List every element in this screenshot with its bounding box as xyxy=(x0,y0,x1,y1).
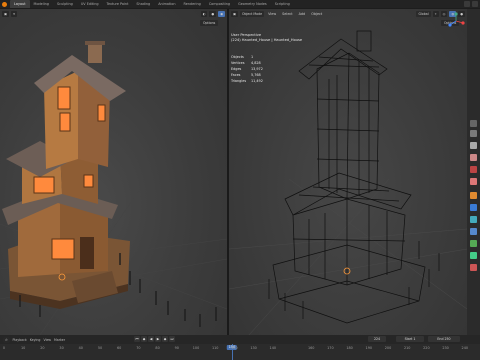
tab-scripting[interactable]: Scripting xyxy=(271,0,294,8)
prev-keyframe-icon[interactable]: ◆ xyxy=(141,336,147,342)
view-layer-icon[interactable] xyxy=(472,1,478,7)
frame-tick-label: 30 xyxy=(59,346,64,350)
frame-tick-label: 70 xyxy=(136,346,141,350)
frame-tick-label: 210 xyxy=(403,346,411,350)
tab-rendering[interactable]: Rendering xyxy=(179,0,204,8)
tab-layout[interactable]: Layout xyxy=(10,0,30,8)
viewport-wireframe[interactable]: ▣ Object Mode View Select Add Object Glo… xyxy=(229,9,467,335)
marker-menu[interactable]: Marker xyxy=(54,338,65,342)
tab-texture-paint[interactable]: Texture Paint xyxy=(103,0,133,8)
frame-tick-label: 190 xyxy=(365,346,373,350)
frame-tick-label: 200 xyxy=(384,346,392,350)
start-value: 1 xyxy=(413,337,416,341)
floor-grid xyxy=(229,178,467,335)
stat-row: Triangles 11,492 xyxy=(231,78,263,84)
frame-ruler[interactable]: 150 0 10 20 30 40 50 60 70 80 90 100 110 120 130 140 16… xyxy=(0,344,480,360)
stat-label: Triangles xyxy=(231,79,247,83)
blender-logo-icon[interactable] xyxy=(0,0,8,8)
frame-tick-label: 120 xyxy=(231,346,238,350)
frame-tick-label: 80 xyxy=(155,346,160,350)
render-props-icon[interactable] xyxy=(470,130,477,137)
tab-sculpting[interactable]: Sculpting xyxy=(53,0,77,8)
viewport-rendered[interactable]: ▣ ▾ ◐ ● ◉ Options xyxy=(0,9,227,335)
top-menu-bar: Layout Modeling Sculpting UV Editing Texture… xyxy=(0,0,480,8)
frame-tick-label: 90 xyxy=(174,346,179,350)
frame-tick-label: 170 xyxy=(327,346,334,350)
playback-menu[interactable]: Playback xyxy=(13,338,27,342)
playback-controls: ⏮ ◆ ◀ ▶ ◆ ⏭ xyxy=(134,336,175,342)
frame-tick-label: 0 xyxy=(2,346,6,350)
view-menu[interactable]: View xyxy=(43,338,51,342)
workspace-tabs: Layout Modeling Sculpting UV Editing Texture… xyxy=(10,0,294,8)
tab-compositing[interactable]: Compositing xyxy=(205,0,234,8)
object-props-icon[interactable] xyxy=(470,192,477,199)
tab-shading[interactable]: Shading xyxy=(132,0,154,8)
play-reverse-icon[interactable]: ◀ xyxy=(148,336,154,342)
physics-props-icon[interactable] xyxy=(470,228,477,235)
next-keyframe-icon[interactable]: ◆ xyxy=(162,336,168,342)
frame-tick-label: 230 xyxy=(442,346,449,350)
start-label: Start xyxy=(404,337,413,341)
frame-tick-label: 180 xyxy=(346,346,353,350)
frame-tick-label: 100 xyxy=(192,346,200,350)
frame-tick-label: 10 xyxy=(21,346,26,350)
frame-tick-label: 40 xyxy=(78,346,83,350)
scene-props-icon[interactable] xyxy=(470,166,477,173)
frame-tick-label: 110 xyxy=(211,346,219,350)
wireframe-mesh xyxy=(268,30,440,324)
frame-tick-label: 50 xyxy=(97,346,103,350)
jump-start-icon[interactable]: ⏮ xyxy=(134,336,140,342)
tab-geometry-nodes[interactable]: Geometry Nodes xyxy=(234,0,271,8)
start-frame-field[interactable]: Start 1 xyxy=(396,336,424,342)
constraints-props-icon[interactable] xyxy=(470,240,477,247)
frame-tick-label: 220 xyxy=(423,346,430,350)
frame-tick-label: 20 xyxy=(40,346,45,350)
frame-tick-label: 140 xyxy=(269,346,277,350)
stat-value: 11,492 xyxy=(251,79,263,83)
tab-animation[interactable]: Animation xyxy=(154,0,179,8)
rendered-house-illustration xyxy=(0,41,227,335)
data-props-icon[interactable] xyxy=(470,252,477,259)
house-door xyxy=(80,237,94,269)
output-props-icon[interactable] xyxy=(470,142,477,149)
material-props-icon[interactable] xyxy=(470,264,477,271)
end-value: 250 xyxy=(444,337,451,341)
house-chimney xyxy=(88,43,102,63)
frame-tick-label: 160 xyxy=(307,346,315,350)
view-layer-props-icon[interactable] xyxy=(470,154,477,161)
keying-menu[interactable]: Keying xyxy=(30,338,41,342)
house-chimney-cap xyxy=(85,41,105,45)
frame-tick-label: 240 xyxy=(461,346,469,350)
frame-tick-label: 130 xyxy=(250,346,257,350)
frame-tick-label: 60 xyxy=(117,346,122,350)
end-frame-field[interactable]: End 250 xyxy=(428,336,460,342)
scene-icon[interactable] xyxy=(464,1,470,7)
navigation-gizmo-icon[interactable] xyxy=(447,12,465,30)
particles-props-icon[interactable] xyxy=(470,216,477,223)
modifier-props-icon[interactable] xyxy=(470,204,477,211)
wireframe-house-illustration xyxy=(229,30,467,335)
topbar-right-icons xyxy=(464,1,478,7)
timeline-editor[interactable]: ⏱ Playback Keying View Marker ⏮ ◆ ◀ ▶ ◆ … xyxy=(0,335,480,360)
play-icon[interactable]: ▶ xyxy=(155,336,161,342)
world-props-icon[interactable] xyxy=(470,178,477,185)
statistics-overlay: Objects 1 Vertices 4,828 Edges 13,972 Faces 5,7… xyxy=(231,54,263,84)
timeline-editor-type-icon[interactable]: ⏱ xyxy=(3,336,10,343)
tool-icon[interactable] xyxy=(470,120,477,127)
tab-modeling[interactable]: Modeling xyxy=(30,0,53,8)
jump-end-icon[interactable]: ⏭ xyxy=(169,336,175,342)
current-frame-field[interactable]: 224 xyxy=(368,336,386,342)
end-label: End xyxy=(437,337,444,341)
tab-uv-editing[interactable]: UV Editing xyxy=(77,0,103,8)
